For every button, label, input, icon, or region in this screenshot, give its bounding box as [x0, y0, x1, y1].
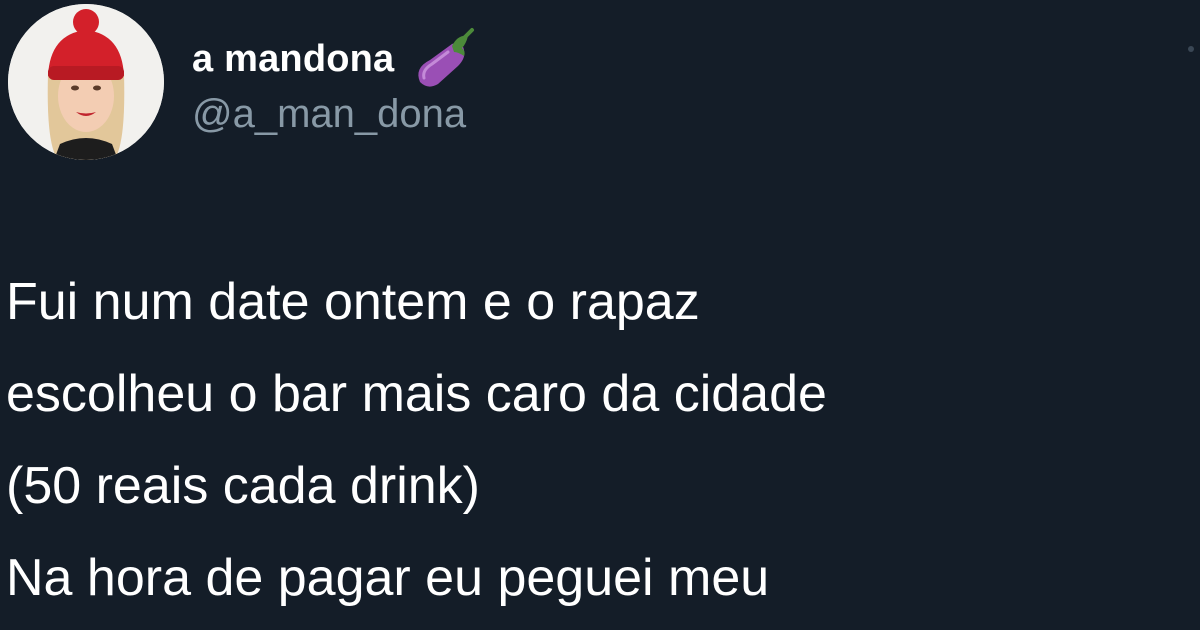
avatar-photo-icon [8, 4, 164, 160]
author-name-row: a mandona [192, 24, 478, 94]
author-handle[interactable]: @a_man_dona [192, 92, 466, 137]
tweet-text-line: Na hora de pagar eu peguei meu [6, 549, 770, 607]
tweet-text-line: (50 reais cada drink) [6, 457, 480, 515]
tweet-card: a mandona @a_man_dona Fui num date ontem… [0, 0, 1200, 630]
tweet-text-line: escolheu o bar mais caro da cidade [6, 365, 827, 423]
tweet-text-line: Fui num date ontem e o rapaz [6, 273, 700, 331]
eggplant-emoji-icon [408, 24, 478, 94]
tweet-text: Fui num date ontem e o rapaz escolheu o … [6, 256, 1186, 624]
avatar[interactable] [8, 4, 164, 160]
display-name[interactable]: a mandona [192, 38, 394, 81]
more-options-icon[interactable] [1188, 46, 1194, 52]
